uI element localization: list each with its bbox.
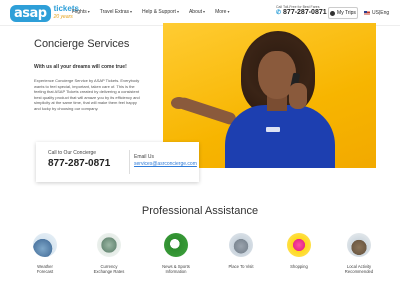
service-label: Local Activity Recommended bbox=[344, 264, 374, 274]
header-call-number: ✆ 877-287-0871 bbox=[276, 9, 327, 16]
service-label: Shopping bbox=[290, 264, 308, 269]
chevron-down-icon: ▾ bbox=[87, 9, 90, 14]
nav-flights-label: Flights bbox=[72, 9, 87, 15]
concierge-call-label: Call to Our Concierge bbox=[48, 150, 97, 156]
nav-about[interactable]: About▾ bbox=[189, 9, 205, 15]
activity-image bbox=[347, 233, 371, 257]
my-trips-button[interactable]: My Trips bbox=[328, 7, 358, 19]
nav-flights[interactable]: Flights▾ bbox=[72, 9, 90, 15]
service-shopping[interactable]: Shopping bbox=[274, 233, 324, 269]
service-places[interactable]: Place To Visit bbox=[216, 233, 266, 269]
concierge-phone-number[interactable]: 877-287-0871 bbox=[48, 158, 110, 169]
news-image bbox=[164, 233, 188, 257]
chevron-down-icon: ▾ bbox=[203, 9, 206, 14]
service-news-sports[interactable]: News & Sports Information bbox=[151, 233, 201, 274]
nav-travel-extras-label: Travel Extras bbox=[99, 9, 130, 15]
concierge-contact-card: Call to Our Concierge 877-287-0871 Email… bbox=[36, 142, 199, 182]
header-call-block[interactable]: Call Toll-Free for Best Fares ✆ 877-287-… bbox=[276, 5, 327, 16]
currency-image bbox=[97, 233, 121, 257]
services-list: Weather Forecast Currency Exchange Rates… bbox=[20, 233, 390, 288]
service-label: Weather Forecast bbox=[36, 264, 54, 274]
service-local-activity[interactable]: Local Activity Recommended bbox=[334, 233, 384, 274]
us-flag-icon bbox=[364, 11, 370, 15]
service-currency[interactable]: Currency Exchange Rates bbox=[84, 233, 134, 274]
service-label: News & Sports Information bbox=[162, 264, 190, 274]
nav-help-support-label: Help & Support bbox=[142, 9, 176, 15]
shopping-image bbox=[287, 233, 311, 257]
hero-description: Experience Concierge Service by ASAP Tic… bbox=[34, 78, 140, 111]
photo-hand-phone bbox=[289, 83, 307, 109]
weather-image bbox=[33, 233, 57, 257]
chevron-down-icon: ▾ bbox=[130, 9, 133, 14]
card-divider bbox=[129, 150, 130, 174]
concierge-email-link[interactable]: services@asrconcierge.com bbox=[134, 161, 197, 167]
concierge-email-label: Email Us bbox=[134, 154, 155, 160]
places-image bbox=[229, 233, 253, 257]
nav-more[interactable]: More▾ bbox=[215, 9, 229, 15]
nav-travel-extras[interactable]: Travel Extras▾ bbox=[100, 9, 132, 15]
service-label: Place To Visit bbox=[228, 264, 254, 269]
photo-shirt-logo bbox=[266, 127, 280, 132]
service-weather[interactable]: Weather Forecast bbox=[20, 233, 70, 274]
service-label: Currency Exchange Rates bbox=[93, 264, 125, 274]
chevron-down-icon: ▾ bbox=[227, 9, 230, 14]
hero-subtitle: With us all your dreams will come true! bbox=[34, 64, 127, 70]
page-title: Concierge Services bbox=[34, 38, 130, 50]
locale-label: US|Eng bbox=[372, 10, 390, 16]
phone-icon: ✆ bbox=[276, 10, 282, 16]
photo-shirt bbox=[225, 105, 335, 168]
nav-more-label: More bbox=[215, 9, 227, 15]
user-icon bbox=[330, 10, 336, 16]
logo-brand: asap bbox=[10, 4, 51, 22]
nav-help-support[interactable]: Help & Support▾ bbox=[142, 9, 179, 15]
my-trips-label: My Trips bbox=[337, 10, 356, 16]
chevron-down-icon: ▾ bbox=[176, 9, 179, 14]
header-phone-number: 877-287-0871 bbox=[283, 9, 327, 16]
asap-tickets-logo[interactable]: asap tickets 20 years bbox=[10, 4, 79, 22]
locale-selector[interactable]: US|Eng bbox=[364, 10, 389, 16]
photo-hand bbox=[171, 97, 187, 109]
main-nav: Flights▾ Travel Extras▾ Help & Support▾ … bbox=[72, 9, 229, 15]
nav-about-label: About bbox=[188, 9, 203, 15]
section-title-professional-assistance: Professional Assistance bbox=[141, 205, 259, 217]
